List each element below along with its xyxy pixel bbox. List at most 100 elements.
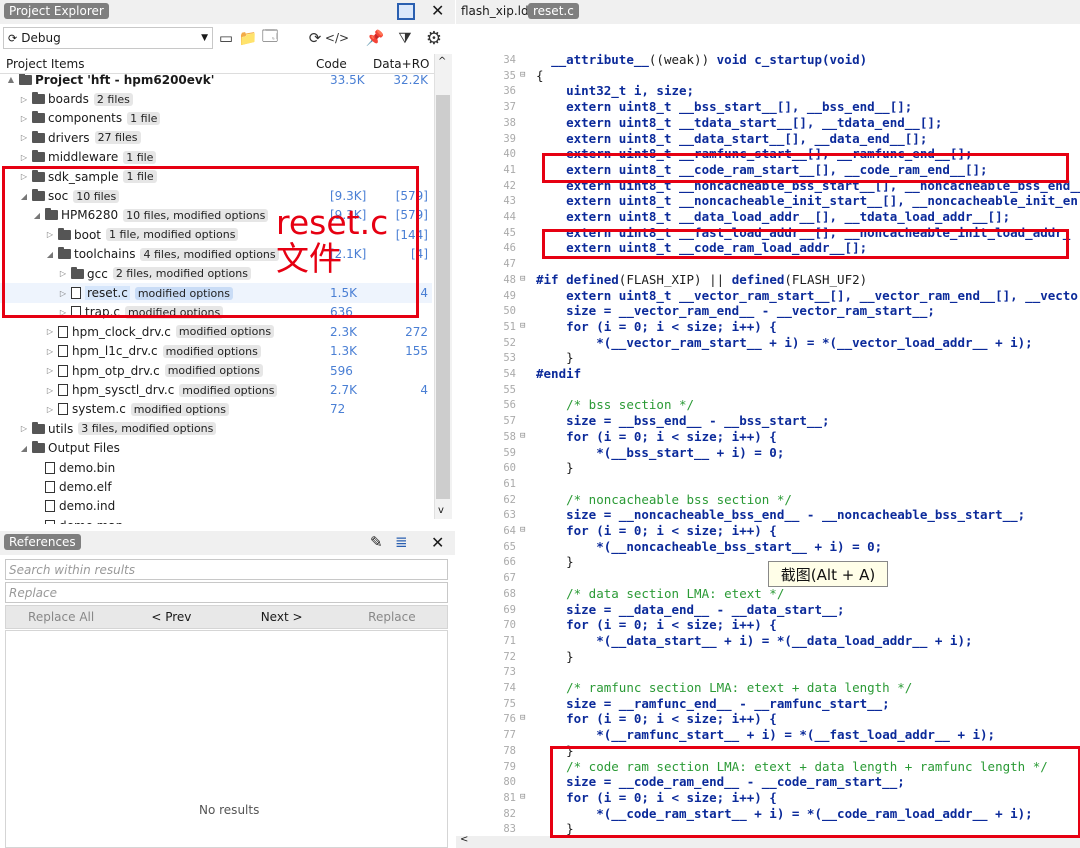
filter-icon[interactable]: ⧩: [395, 28, 415, 48]
code-line: /* data section LMA: etext */: [566, 585, 785, 601]
prev-button[interactable]: < Prev: [116, 606, 226, 628]
tree-row[interactable]: demo.map: [0, 516, 432, 524]
tab-reset-c[interactable]: reset.c: [528, 3, 579, 19]
tab-flash-xip[interactable]: flash_xip.ld: [461, 4, 529, 18]
code-line: }: [536, 648, 574, 664]
file-icon: [45, 481, 55, 494]
code-line: extern uint8_t __noncacheable_init_start…: [566, 193, 1078, 209]
code-line: /* ramfunc section LMA: etext + data len…: [566, 680, 913, 695]
data-size: 32.2K: [393, 74, 428, 87]
tree-row[interactable]: ▷ drivers 27 files: [0, 128, 432, 147]
code-icon[interactable]: </>: [325, 28, 349, 48]
fold-icon[interactable]: ⊟: [520, 274, 534, 284]
references-title: References: [4, 534, 81, 550]
expand-toggle-icon[interactable]: ▷: [19, 153, 29, 162]
scroll-down-icon[interactable]: v: [438, 505, 444, 516]
expand-toggle-icon[interactable]: ▷: [19, 95, 29, 104]
tree-row[interactable]: ▷ utils 3 files, modified options: [0, 419, 432, 438]
tree-item-label: hpm_sysctl_drv.c: [72, 383, 175, 398]
tree-row[interactable]: ◢ Output Files: [0, 439, 432, 458]
tree-item-badge: modified options: [175, 325, 275, 339]
expand-toggle-icon[interactable]: ▷: [19, 114, 29, 123]
expand-toggle-icon[interactable]: ▷: [45, 327, 55, 336]
tree-item-badge: 27 files: [94, 131, 141, 145]
col-items[interactable]: Project Items: [6, 57, 84, 71]
folder-icon[interactable]: 📁: [238, 28, 258, 48]
expand-toggle-icon[interactable]: ▷: [45, 386, 55, 395]
tree-item-label: drivers: [48, 130, 90, 145]
fold-icon[interactable]: ⊟: [520, 525, 534, 535]
build-config-select[interactable]: ⟳ Debug ▼: [3, 27, 213, 49]
expand-toggle-icon[interactable]: ▷: [19, 133, 29, 142]
code-line: extern uint8_t __data_start__[], __data_…: [566, 130, 928, 146]
code-line: *(__bss_start__ + i) = 0;: [596, 444, 785, 460]
close-icon[interactable]: ✕: [431, 1, 444, 20]
pin-icon[interactable]: 📌: [365, 28, 385, 48]
references-close-icon[interactable]: ✕: [431, 533, 444, 552]
line-number: 34: [503, 54, 516, 66]
tree-scroll-thumb[interactable]: [436, 95, 450, 499]
maximize-icon[interactable]: [397, 3, 415, 20]
highlight-icon[interactable]: ✎: [370, 533, 383, 551]
line-number: 58: [503, 430, 516, 443]
tree-item-label: hpm_clock_drv.c: [72, 324, 171, 339]
line-number: 61: [503, 477, 516, 490]
sync-icon[interactable]: ⟳: [305, 28, 325, 48]
no-results-text: No results: [199, 803, 260, 817]
expand-toggle-icon[interactable]: ▷: [45, 366, 55, 375]
tree-row[interactable]: ▷ hpm_l1c_drv.c modified options 1.3K 155: [0, 342, 432, 361]
tree-row[interactable]: ▷ system.c modified options 72: [0, 400, 432, 419]
code-line: size = __ramfunc_end__ - __ramfunc_start…: [566, 695, 890, 711]
code-line: #if defined(FLASH_XIP) || defined(FLASH_…: [536, 271, 868, 287]
fold-icon[interactable]: ⊟: [520, 431, 534, 441]
code-line: __attribute__((weak)) void c_startup(voi…: [551, 52, 868, 67]
list-icon[interactable]: ≣: [395, 533, 408, 551]
expand-toggle-icon[interactable]: ▲: [6, 75, 16, 84]
window-icon[interactable]: ▭: [216, 28, 236, 48]
col-code[interactable]: Code: [316, 57, 347, 71]
expand-toggle-icon[interactable]: ◢: [19, 444, 29, 453]
fold-icon[interactable]: ⊟: [520, 713, 534, 723]
tree-row[interactable]: demo.ind: [0, 497, 432, 516]
tree-row[interactable]: ▷ boards 2 files: [0, 89, 432, 108]
replace-button[interactable]: Replace: [337, 606, 447, 628]
line-number: 81: [503, 791, 516, 804]
fold-icon[interactable]: ⊟: [520, 70, 534, 80]
tree-item-label: Output Files: [48, 441, 120, 456]
tree-row[interactable]: ▷ hpm_otp_drv.c modified options 596: [0, 361, 432, 380]
line-number: 45: [503, 226, 516, 239]
fold-icon[interactable]: ⊟: [520, 321, 534, 331]
file-icon: [45, 519, 55, 524]
code-line: /* noncacheable bss section */: [566, 491, 792, 507]
tree-row[interactable]: demo.bin: [0, 458, 432, 477]
scroll-left-icon[interactable]: <: [460, 834, 468, 845]
folder-icon: [32, 92, 45, 105]
tree-row[interactable]: ▷ hpm_sysctl_drv.c modified options 2.7K 4: [0, 380, 432, 399]
code-size: 2.7K: [330, 383, 357, 398]
replace-input[interactable]: Replace: [5, 582, 448, 603]
line-number: 41: [503, 163, 516, 176]
search-input[interactable]: Search within results: [5, 559, 448, 580]
line-number: 47: [503, 258, 516, 271]
gear-icon[interactable]: ⚙: [424, 28, 444, 49]
tree-item-badge: modified options: [162, 344, 261, 358]
next-button[interactable]: Next >: [227, 606, 337, 628]
tree-row[interactable]: ▷ hpm_clock_drv.c modified options 2.3K 272: [0, 322, 432, 341]
properties-icon[interactable]: 🗔: [260, 27, 280, 48]
code-line: }: [536, 460, 574, 476]
line-number: 66: [503, 556, 516, 569]
tree-row[interactable]: demo.elf: [0, 477, 432, 496]
tree-row[interactable]: ▷ middleware 1 file: [0, 148, 432, 167]
expand-toggle-icon[interactable]: ▷: [45, 405, 55, 414]
expand-toggle-icon[interactable]: ▷: [19, 424, 29, 433]
scroll-up-icon[interactable]: ^: [438, 56, 446, 67]
fold-icon[interactable]: ⊟: [520, 792, 534, 802]
col-data[interactable]: Data+RO: [373, 57, 430, 71]
tree-row[interactable]: ▷ components 1 file: [0, 109, 432, 128]
line-number: 69: [503, 603, 516, 616]
code-line: *(__data_start__ + i) = *(__data_load_ad…: [596, 632, 973, 648]
replace-all-button[interactable]: Replace All: [6, 606, 116, 628]
expand-toggle-icon[interactable]: ▷: [45, 347, 55, 356]
line-number: 59: [503, 446, 516, 459]
tree-row[interactable]: ▲ Project 'hft - hpm6200evk' 33.5K 32.2K: [0, 74, 432, 89]
